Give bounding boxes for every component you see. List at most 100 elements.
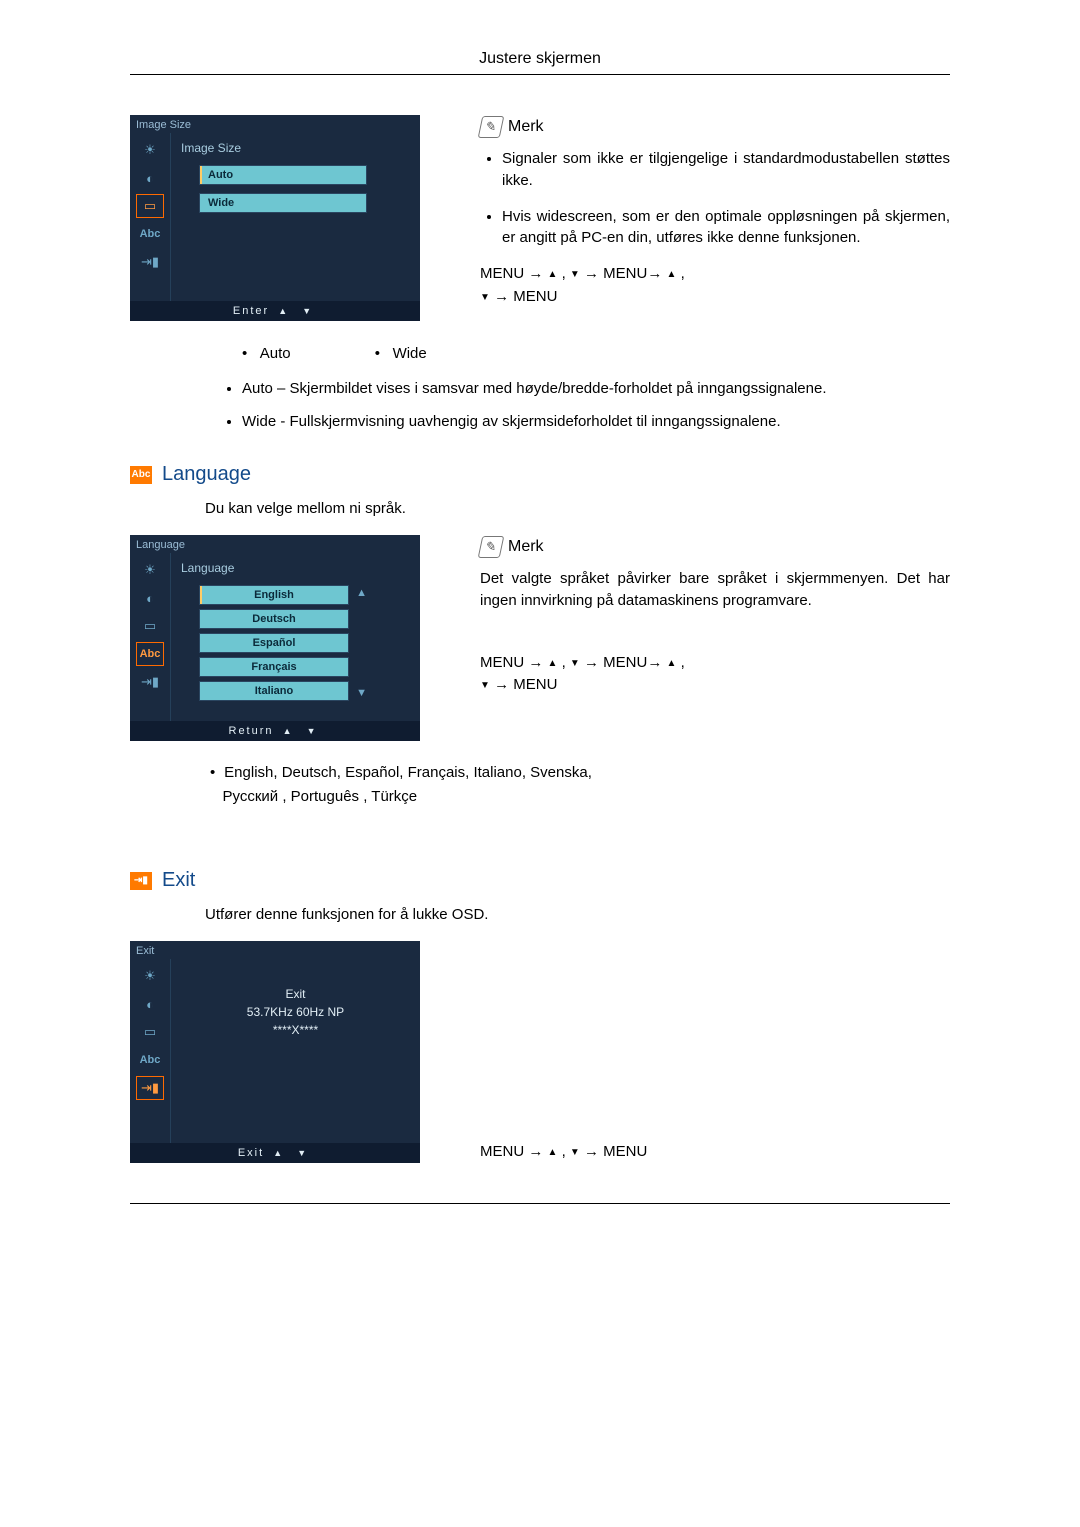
t: → MENU <box>580 1143 648 1160</box>
footer-divider <box>130 1203 950 1204</box>
language-lead: Du kan velge mellom ni språk. <box>130 500 950 517</box>
down-triangle-icon: ▼ <box>570 1147 580 1158</box>
osd-section-title: Image Size <box>181 141 410 155</box>
osd-footer: Exit ▲ ▼ <box>130 1143 420 1163</box>
note-item: Hvis widescreen, som er den optimale opp… <box>502 206 950 250</box>
osd-exit: Exit ☀ ◐ ▭ Abc ⇥▮ Exit 53.7KHz 60Hz NP *… <box>130 941 420 1163</box>
language-heading: Language <box>162 463 251 486</box>
down-triangle-icon: ▼ <box>570 658 580 669</box>
t: , <box>676 654 684 671</box>
color-icon: ◐ <box>137 587 163 609</box>
note-item: Signaler som ikke er tilgjengelige i sta… <box>502 148 950 192</box>
exit-lead: Utfører denne funksjonen for å lukke OSD… <box>130 906 950 923</box>
down-triangle-icon: ▼ <box>302 306 313 316</box>
header-divider <box>130 74 950 75</box>
square-icon: ▭ <box>137 195 163 217</box>
text: – Skjermbildet vises i samsvar med høyde… <box>273 380 827 397</box>
exit-line1: Exit <box>181 987 410 1001</box>
t: MENU → <box>480 265 548 282</box>
color-icon: ◐ <box>137 167 163 189</box>
nav-sequence: MENU → ▲ , ▼ → MENU→ ▲ , ▼ → MENU <box>480 263 950 308</box>
abc-icon: Abc <box>137 643 163 665</box>
language-section-head: Abc Language <box>130 463 950 486</box>
note-icon: ✎ <box>478 116 505 138</box>
square-icon: ▭ <box>137 615 163 637</box>
osd-footer: Return ▲ ▼ <box>130 721 420 741</box>
t: , <box>676 265 684 282</box>
exit-icon: ⇥▮ <box>137 671 163 693</box>
osd-title: Exit <box>130 941 420 959</box>
t: → MENU→ <box>580 265 667 282</box>
page-header: Justere skjermen <box>130 50 950 68</box>
up-triangle-icon: ▲ <box>278 306 289 316</box>
exit-icon: ⇥▮ <box>137 1077 163 1099</box>
osd-option-wide: Wide <box>199 193 367 213</box>
nav-sequence: MENU → ▲ , ▼ → MENU→ ▲ , ▼ → MENU <box>480 652 950 697</box>
down-triangle-icon: ▼ <box>480 292 490 303</box>
exit-nav: MENU → ▲ , ▼ → MENU <box>480 1141 950 1164</box>
exit-heading: Exit <box>162 869 195 892</box>
down-triangle-icon: ▼ <box>570 269 580 280</box>
up-triangle-icon: ▲ <box>548 658 558 669</box>
exit-line3: ****X**** <box>181 1023 410 1037</box>
osd-option-auto: Auto <box>199 165 367 185</box>
desc-item: Wide - Fullskjermvisning uavhengig av sk… <box>242 411 950 434</box>
osd-language: Language ☀ ◐ ▭ Abc ⇥▮ Language ▲ English… <box>130 535 420 741</box>
image-size-notes: ✎ Merk Signaler som ikke er tilgjengelig… <box>480 115 950 308</box>
osd-footer-label: Exit <box>238 1147 264 1159</box>
image-size-inline-options: • Auto • Wide <box>130 345 950 362</box>
sun-icon: ☀ <box>137 139 163 161</box>
note-icon: ✎ <box>478 536 505 558</box>
osd-section-title: Language <box>181 561 410 575</box>
label: Wide <box>242 413 276 430</box>
osd-title: Image Size <box>130 115 420 133</box>
language-row: Language ☀ ◐ ▭ Abc ⇥▮ Language ▲ English… <box>130 535 950 741</box>
lang-italiano: Italiano <box>199 681 349 701</box>
osd-title: Language <box>130 535 420 553</box>
up-triangle-icon: ▲ <box>667 269 677 280</box>
t: , <box>557 654 570 671</box>
osd-footer: Enter ▲ ▼ <box>130 301 420 321</box>
text: - Fullskjermvisning uavhengig av skjerms… <box>276 413 780 430</box>
image-size-row: Image Size ☀ ◐ ▭ Abc ⇥▮ Image Size Auto … <box>130 115 950 321</box>
t: , <box>557 1143 570 1160</box>
osd-image-size: Image Size ☀ ◐ ▭ Abc ⇥▮ Image Size Auto … <box>130 115 420 321</box>
lang-espanol: Español <box>199 633 349 653</box>
down-triangle-icon: ▼ <box>297 1148 308 1158</box>
scroll-up-icon: ▲ <box>356 587 367 599</box>
note-text: Det valgte språket påvirker bare språket… <box>480 568 950 612</box>
color-icon: ◐ <box>137 993 163 1015</box>
exit-section-head: ⇥▮ Exit <box>130 869 950 892</box>
t: MENU → <box>480 1143 548 1160</box>
note-heading: Merk <box>508 115 544 138</box>
lang-english: English <box>199 585 349 605</box>
opt-auto: Auto <box>260 345 291 362</box>
osd-footer-label: Enter <box>233 305 269 317</box>
image-size-descriptions: Auto – Skjermbildet vises i samsvar med … <box>130 378 950 433</box>
sun-icon: ☀ <box>137 965 163 987</box>
scroll-down-icon: ▼ <box>356 687 367 699</box>
t: English, Deutsch, Español, Français, Ita… <box>224 764 592 781</box>
exit-section-icon: ⇥▮ <box>130 872 152 890</box>
down-triangle-icon: ▼ <box>480 680 490 691</box>
exit-line2: 53.7KHz 60Hz NP <box>181 1005 410 1019</box>
t: , <box>557 265 570 282</box>
opt-wide: Wide <box>393 345 427 362</box>
abc-section-icon: Abc <box>130 466 152 484</box>
up-triangle-icon: ▲ <box>667 658 677 669</box>
t: MENU → <box>480 654 548 671</box>
t: → MENU <box>490 676 558 693</box>
label: Auto <box>242 380 273 397</box>
up-triangle-icon: ▲ <box>548 1147 558 1158</box>
abc-icon: Abc <box>137 223 163 245</box>
down-triangle-icon: ▼ <box>307 726 318 736</box>
t: Русский , Português , Türkçe <box>223 788 418 805</box>
note-heading: Merk <box>508 535 544 558</box>
t: → MENU <box>490 288 558 305</box>
exit-icon: ⇥▮ <box>137 251 163 273</box>
desc-item: Auto – Skjermbildet vises i samsvar med … <box>242 378 950 401</box>
lang-francais: Français <box>199 657 349 677</box>
osd-sidebar: ☀ ◐ ▭ Abc ⇥▮ <box>130 553 170 721</box>
language-list-extra: • English, Deutsch, Español, Français, I… <box>130 761 950 809</box>
language-notes: ✎ Merk Det valgte språket påvirker bare … <box>480 535 950 697</box>
